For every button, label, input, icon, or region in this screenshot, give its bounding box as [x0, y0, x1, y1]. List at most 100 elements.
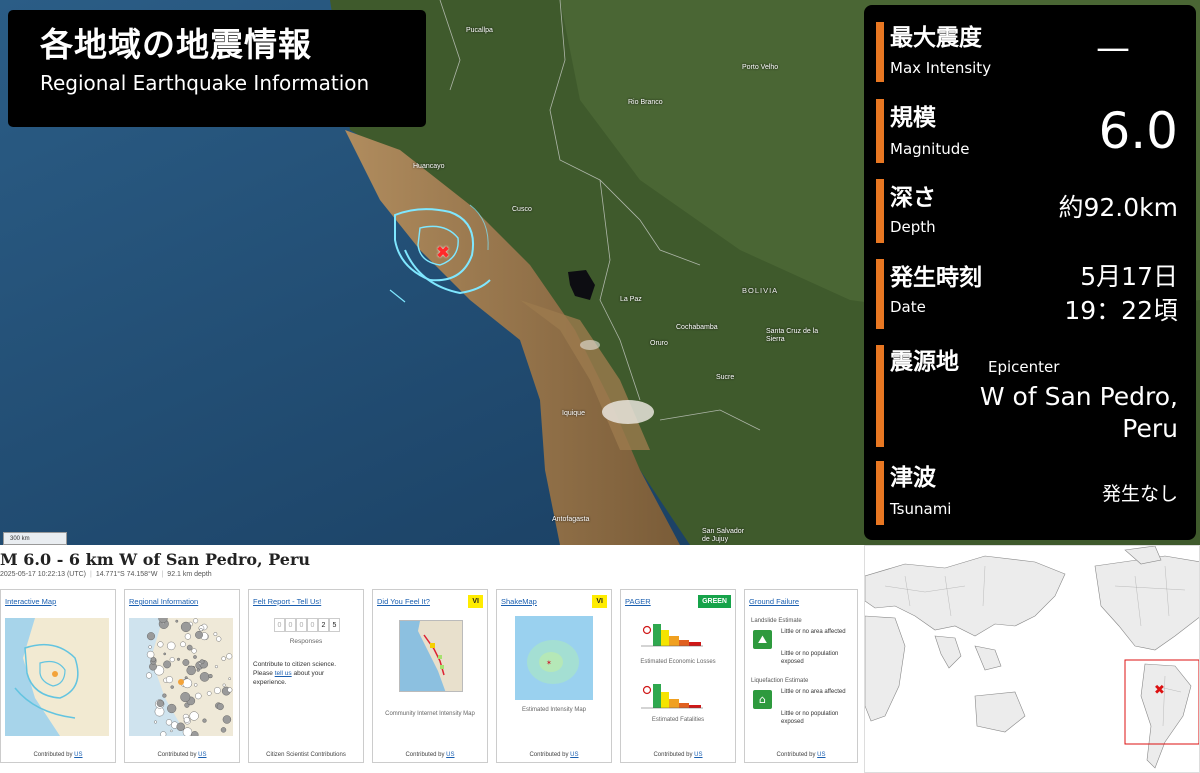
event-circle — [216, 703, 224, 711]
tsunami-label-jp: 津波 — [890, 465, 936, 491]
event-circle — [180, 692, 191, 703]
dyfi-link[interactable]: Did You Feel It? — [377, 597, 430, 606]
contributor: Citizen Scientist Contributions — [266, 752, 346, 758]
tell-us-link[interactable]: tell us — [275, 670, 292, 677]
event-circle — [170, 729, 173, 733]
event-circle — [182, 659, 190, 666]
contributor: Contributed by US — [529, 752, 579, 758]
accent-bar — [876, 345, 884, 447]
felt-report-card[interactable]: Felt Report - Tell Us! 0 0 0 0 2 5 Respo… — [248, 589, 364, 763]
event-circle — [193, 683, 198, 687]
event-circle — [165, 676, 173, 684]
city-label: Santa Cruz de la Sierra — [766, 328, 819, 343]
epicenter-value-line2: Peru — [1122, 414, 1178, 443]
intensity-badge: VI — [468, 595, 483, 608]
event-circle — [180, 641, 186, 648]
event-circle — [157, 641, 164, 648]
city-label: Porto Velho — [742, 64, 779, 71]
event-circle — [199, 672, 210, 682]
event-circle — [202, 718, 207, 723]
event-circle — [228, 677, 231, 681]
event-circle — [182, 678, 193, 689]
city-label: Antofagasta — [552, 516, 590, 523]
contributor-link[interactable]: US — [694, 752, 702, 758]
epicenter-label-en: Epicenter — [988, 358, 1060, 376]
city-label: Oruro — [650, 340, 668, 347]
pager-card[interactable]: PAGER GREEN Estimated Economic Losses Es… — [620, 589, 736, 763]
city-label: Pucallpa — [466, 27, 493, 34]
shakemap-caption: Estimated Intensity Map — [521, 707, 587, 713]
dyfi-card[interactable]: Did You Feel It? VI Community Internet I… — [372, 589, 488, 763]
world-outline: ✖ — [865, 546, 1199, 772]
regional-info-thumbnail[interactable] — [129, 618, 233, 736]
depth-row: 深さ Depth 約92.0km — [876, 175, 1192, 247]
magnitude-label-en: Magnitude — [890, 140, 970, 158]
title-english: Regional Earthquake Information — [40, 71, 370, 95]
city-label: Cusco — [512, 206, 532, 213]
felt-report-link[interactable]: Felt Report - Tell Us! — [253, 597, 321, 606]
contributor-link[interactable]: US — [198, 752, 206, 758]
date-label-en: Date — [890, 298, 926, 316]
event-circle — [156, 699, 164, 708]
event-circle — [193, 655, 197, 659]
accent-bar — [876, 461, 884, 525]
intensity-badge: VI — [592, 595, 607, 608]
contributor-link[interactable]: US — [74, 752, 82, 758]
event-circle — [147, 632, 156, 641]
shakemap-card[interactable]: ShakeMap VI ✶ Estimated Intensity Map Co… — [496, 589, 612, 763]
interactive-map-link[interactable]: Interactive Map — [5, 597, 56, 606]
max-intensity-row: 最大震度 Max Intensity — — [876, 18, 1192, 86]
shakemap-thumbnail[interactable]: ✶ — [515, 616, 593, 700]
event-location: 14.771°S 74.158°W — [95, 571, 158, 578]
counter-digit: 0 — [274, 618, 285, 632]
pager-link[interactable]: PAGER — [625, 597, 651, 606]
contributor: Contributed by US — [405, 752, 455, 758]
usgs-event-summary: M 6.0 - 6 km W of San Pedro, Peru 2025-0… — [0, 545, 864, 773]
event-circle — [213, 632, 218, 637]
event-circle — [206, 691, 212, 696]
magnitude-value: 6.0 — [1098, 102, 1178, 160]
tsunami-label-en: Tsunami — [890, 500, 952, 518]
contributor-link[interactable]: US — [570, 752, 578, 758]
regional-info-card[interactable]: Regional Information Contributed by US — [124, 589, 240, 763]
event-circle — [175, 619, 179, 623]
fatalities-histogram — [641, 684, 703, 709]
magnitude-label-jp: 規模 — [890, 105, 936, 131]
event-depth: 92.1 km depth — [167, 571, 212, 578]
accent-bar — [876, 99, 884, 163]
event-circle — [186, 665, 196, 676]
event-circle — [189, 711, 199, 721]
event-circle — [154, 720, 158, 724]
landslide-heading: Landslide Estimate — [751, 618, 802, 624]
counter-digit: 0 — [307, 618, 318, 632]
title-box: 各地域の地震情報 Regional Earthquake Information — [8, 10, 426, 127]
dyfi-thumbnail[interactable] — [399, 620, 463, 692]
ground-failure-card[interactable]: Ground Failure Landslide Estimate ⛰ Litt… — [744, 589, 858, 763]
counter-digit: 0 — [285, 618, 296, 632]
city-label: Sucre — [716, 374, 735, 381]
epicenter-value-line1: W of San Pedro, — [979, 382, 1178, 411]
epicenter-locator-icon: ✖ — [1154, 683, 1165, 698]
shakemap-link[interactable]: ShakeMap — [501, 597, 537, 606]
accent-bar — [876, 22, 884, 82]
liquefaction-icon: ⌂ — [753, 690, 772, 709]
regional-info-link[interactable]: Regional Information — [129, 597, 198, 606]
event-circle — [177, 657, 181, 661]
event-epicenter-marker — [178, 679, 184, 685]
accent-bar — [876, 179, 884, 243]
felt-report-description: Contribute to citizen science. Please te… — [253, 661, 337, 686]
event-circle — [183, 716, 190, 723]
event-circle — [216, 636, 222, 642]
time-value: 19：22頃 — [1064, 296, 1178, 325]
title-japanese: 各地域の地震情報 — [40, 25, 312, 64]
tsunami-value: 発生なし — [1101, 483, 1178, 505]
contributor-link[interactable]: US — [817, 752, 825, 758]
contributor-link[interactable]: US — [446, 752, 454, 758]
epicenter-row: 震源地 Epicenter W of San Pedro, Peru — [876, 341, 1192, 451]
interactive-map-card[interactable]: Interactive Map Contributed by US — [0, 589, 116, 763]
event-circle — [193, 618, 199, 624]
economic-losses-caption: Estimated Economic Losses — [640, 659, 716, 665]
interactive-map-thumbnail[interactable] — [5, 618, 109, 736]
city-label: Iquique — [562, 410, 585, 417]
ground-failure-link[interactable]: Ground Failure — [749, 597, 799, 606]
